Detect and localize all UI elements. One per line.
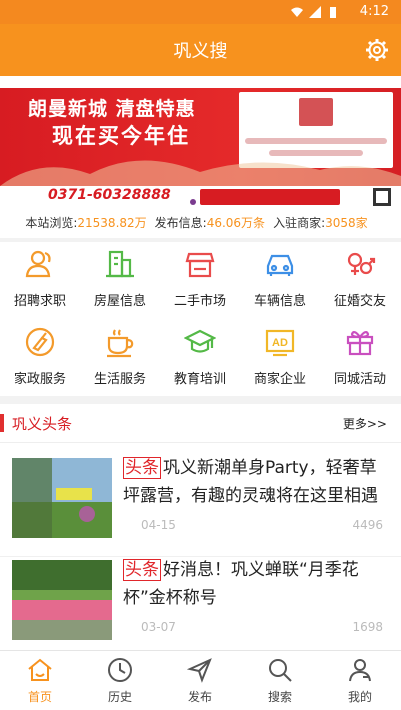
tab-profile[interactable]: 我的 xyxy=(320,651,400,710)
news-thumbnail xyxy=(12,560,112,640)
battery-icon xyxy=(330,7,336,18)
car-icon xyxy=(266,254,294,276)
category-education[interactable]: 教育培训 xyxy=(160,320,240,392)
broom-icon xyxy=(25,327,55,357)
category-label: 同城活动 xyxy=(333,372,386,387)
page-title: 巩义搜 xyxy=(173,41,228,62)
banner-top-strip xyxy=(0,76,401,88)
tab-label: 搜索 xyxy=(267,690,292,704)
graduation-cap-icon xyxy=(184,329,216,353)
tab-label: 历史 xyxy=(107,690,132,704)
tab-history[interactable]: 历史 xyxy=(80,651,160,710)
category-grid: 招聘求职 房屋信息 二手市场 车辆信息 征婚交友 家政服务 生活服务 教育培训 … xyxy=(0,242,401,396)
people-icon xyxy=(25,250,51,278)
banner-hills-graphic xyxy=(0,160,401,186)
bottom-tab-bar: 首页 历史 发布 搜索 我的 xyxy=(0,650,401,710)
svg-text:AD: AD xyxy=(272,337,288,349)
status-bar: 4:12 xyxy=(0,0,401,24)
site-stats: 本站浏览:21538.82万 发布信息:46.06万条 入驻商家:3058家 xyxy=(0,208,401,238)
news-title: 巩义新潮单身Party，轻奢草坪露营，有趣的灵魂将在这里相遇 xyxy=(123,458,378,506)
category-jobs[interactable]: 招聘求职 xyxy=(0,242,80,314)
category-dating[interactable]: 征婚交友 xyxy=(320,242,400,314)
wifi-icon xyxy=(291,7,303,17)
app-header: 巩义搜 xyxy=(0,24,401,76)
user-icon xyxy=(349,659,371,682)
category-label: 商家企业 xyxy=(253,372,306,387)
banner-logo xyxy=(299,98,333,126)
category-events[interactable]: 同城活动 xyxy=(320,320,400,392)
news-item-text: 头条 好消息！巩义蝉联“月季花杯”金杯称号 xyxy=(123,556,389,612)
category-label: 教育培训 xyxy=(173,372,226,387)
category-label: 二手市场 xyxy=(173,294,226,309)
qr-code-icon xyxy=(373,188,391,206)
news-item-text: 头条 巩义新潮单身Party，轻奢草坪露营，有趣的灵魂将在这里相遇 xyxy=(123,454,389,510)
tab-label: 首页 xyxy=(27,690,52,704)
category-business[interactable]: AD 商家企业 xyxy=(240,320,320,392)
tab-label: 发布 xyxy=(187,690,212,704)
category-vehicles[interactable]: 车辆信息 xyxy=(240,242,320,314)
divider xyxy=(0,442,401,443)
headline-tag: 头条 xyxy=(123,457,161,479)
news-views: 1698 xyxy=(352,620,383,634)
category-label: 房屋信息 xyxy=(93,294,146,309)
shop-icon xyxy=(185,252,215,278)
stat-posts-value: 46.06万条 xyxy=(206,216,266,230)
category-housekeeping[interactable]: 家政服务 xyxy=(0,320,80,392)
category-label: 家政服务 xyxy=(13,372,66,387)
category-life-services[interactable]: 生活服务 xyxy=(80,320,160,392)
send-icon xyxy=(187,658,212,683)
news-section: 巩义头条 更多>> 头条 巩义新潮单身Party，轻奢草坪露营，有趣的灵魂将在这里… xyxy=(0,404,401,650)
building-icon xyxy=(106,250,134,278)
stat-views-value: 21538.82万 xyxy=(77,216,147,230)
category-label: 生活服务 xyxy=(93,372,146,387)
ad-icon: AD xyxy=(265,329,295,357)
banner-bottom-strip: 0371-60328888 xyxy=(0,186,401,208)
tab-publish[interactable]: 发布 xyxy=(160,651,240,710)
signal-icon xyxy=(309,6,321,18)
promo-banner[interactable]: 朗曼新城 清盘特惠 现在买今年住 0371-60328888 xyxy=(0,76,401,208)
news-thumbnail xyxy=(12,458,112,538)
tab-home[interactable]: 首页 xyxy=(0,651,80,710)
tab-search[interactable]: 搜索 xyxy=(240,651,320,710)
status-time: 4:12 xyxy=(359,4,389,19)
news-date: 03-07 xyxy=(141,620,176,634)
status-icons xyxy=(291,6,339,18)
stat-merchants-value: 3058家 xyxy=(325,216,368,230)
news-header: 巩义头条 更多>> xyxy=(0,404,401,442)
banner-address-strip xyxy=(200,189,340,205)
headline-tag: 头条 xyxy=(123,559,161,581)
pager-dot[interactable] xyxy=(190,199,196,205)
stat-posts-label: 发布信息: xyxy=(154,216,207,230)
search-icon xyxy=(269,659,292,682)
news-section-title: 巩义头条 xyxy=(12,415,73,433)
banner-panel-line xyxy=(245,138,387,144)
tab-label: 我的 xyxy=(347,690,372,704)
banner-phone: 0371-60328888 xyxy=(48,187,171,203)
news-date: 04-15 xyxy=(141,518,176,532)
gear-icon[interactable] xyxy=(365,38,389,62)
category-label: 车辆信息 xyxy=(253,294,306,309)
category-label: 招聘求职 xyxy=(13,294,66,309)
gender-icon xyxy=(347,252,376,275)
news-item[interactable]: 头条 好消息！巩义蝉联“月季花杯”金杯称号 03-07 1698 xyxy=(0,546,401,650)
banner-headline: 朗曼新城 清盘特惠 xyxy=(28,98,196,120)
gift-icon xyxy=(346,330,374,356)
home-icon xyxy=(28,658,52,681)
cup-icon xyxy=(107,329,134,358)
news-item[interactable]: 头条 巩义新潮单身Party，轻奢草坪露营，有趣的灵魂将在这里相遇 04-15 4… xyxy=(0,444,401,556)
section-accent-bar xyxy=(0,414,4,432)
more-link[interactable]: 更多>> xyxy=(343,415,387,432)
stat-views-label: 本站浏览: xyxy=(25,216,78,230)
category-label: 征婚交友 xyxy=(333,294,386,309)
stat-merchants-label: 入驻商家: xyxy=(273,216,326,230)
news-views: 4496 xyxy=(352,518,383,532)
category-housing[interactable]: 房屋信息 xyxy=(80,242,160,314)
clock-icon xyxy=(108,658,132,682)
category-secondhand[interactable]: 二手市场 xyxy=(160,242,240,314)
